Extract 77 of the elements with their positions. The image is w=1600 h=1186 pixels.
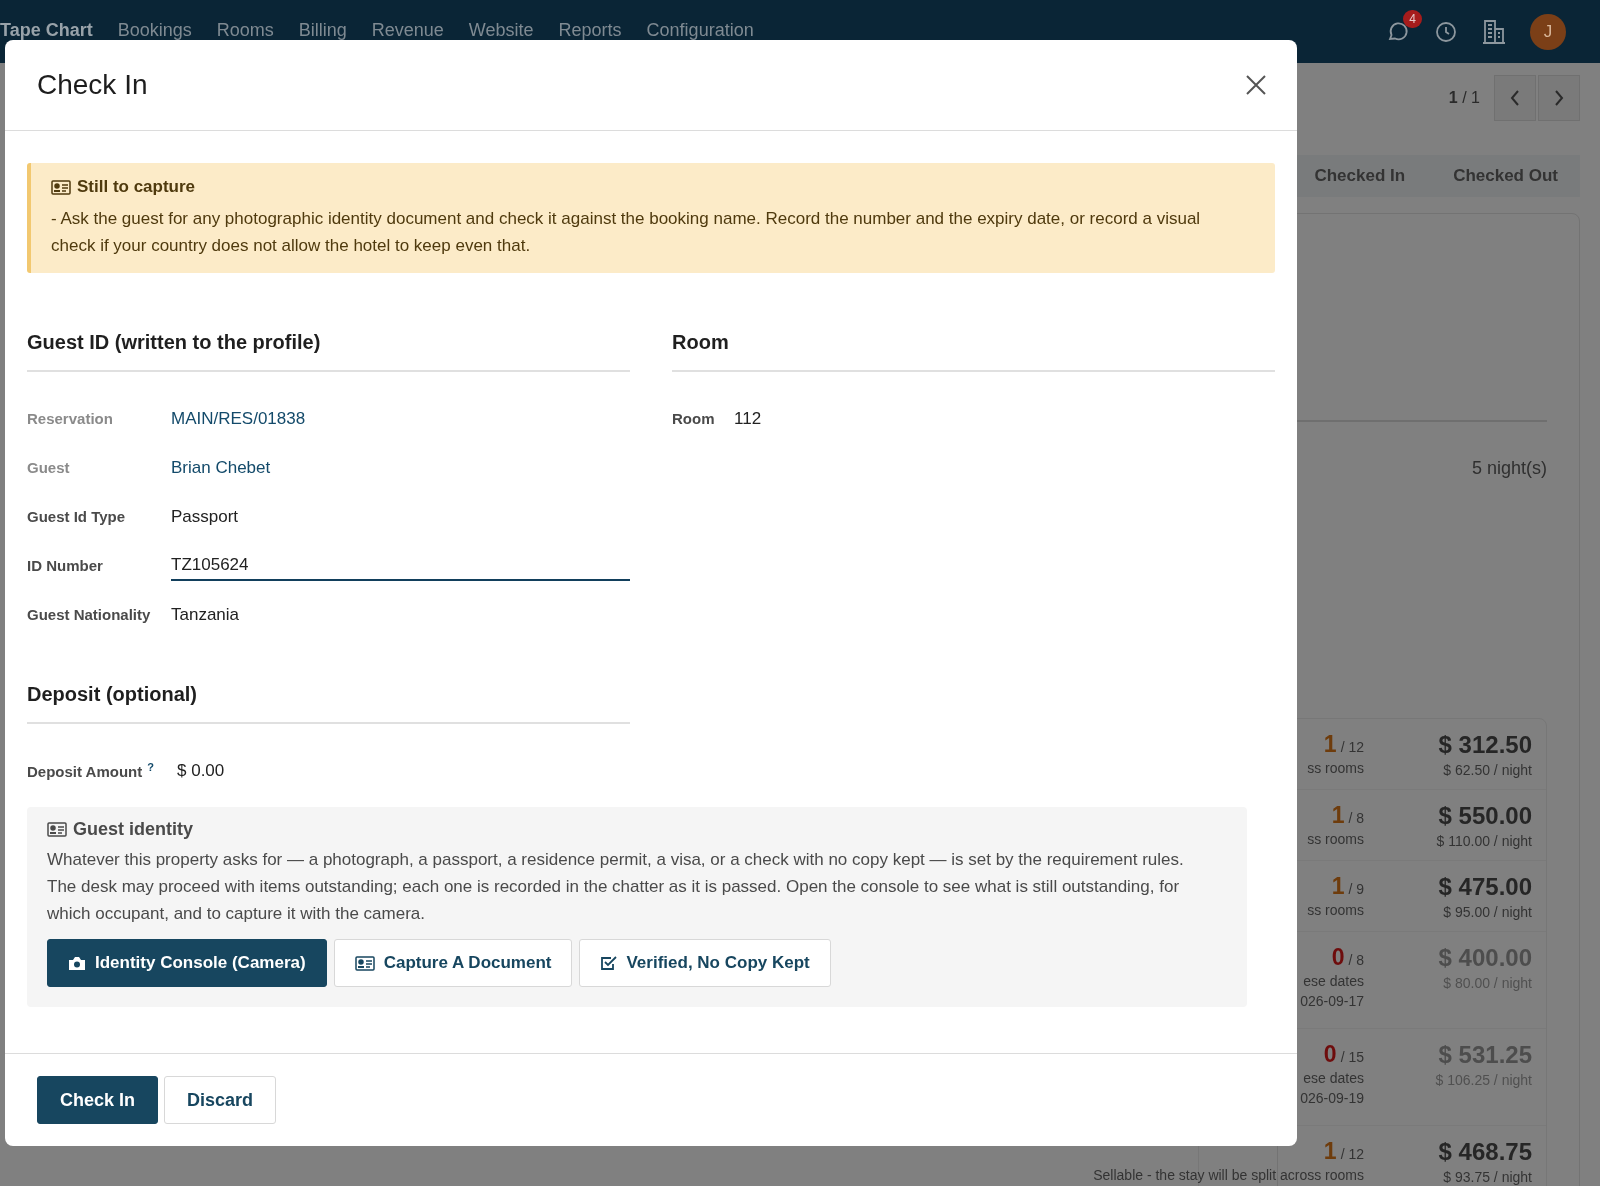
- chevron-left-icon: [1509, 89, 1521, 107]
- id-card-icon: [354, 955, 375, 971]
- total-count: / 8: [1348, 952, 1364, 968]
- total-count: / 8: [1348, 810, 1364, 826]
- id-card-icon: [51, 179, 71, 195]
- nightly-price: $ 110.00 / night: [1436, 833, 1532, 849]
- availability-date: 026-09-17: [1300, 992, 1364, 1011]
- nav-menu-item[interactable]: Rooms: [216, 20, 274, 41]
- alert-title: Still to capture: [77, 177, 196, 197]
- total-price: $ 312.50: [1438, 731, 1532, 759]
- identity-action-button[interactable]: Capture A Document: [333, 939, 573, 987]
- available-count: 1: [1323, 731, 1337, 758]
- section-title: Room: [672, 331, 1275, 372]
- checkbox-icon: [600, 955, 618, 971]
- total-count: / 9: [1348, 881, 1364, 897]
- identity-action-button[interactable]: Verified, No Copy Kept: [579, 939, 831, 987]
- discard-button[interactable]: Discard: [164, 1076, 277, 1124]
- dialog-title: Check In: [37, 69, 148, 101]
- available-count: 0: [1331, 944, 1345, 971]
- available-count: 1: [1323, 1138, 1337, 1165]
- identity-action-button[interactable]: Identity Console (Camera): [47, 939, 327, 987]
- nav-menu-item[interactable]: Reports: [558, 20, 622, 41]
- id-card-icon: [47, 822, 67, 837]
- field-link[interactable]: Brian Chebet: [171, 457, 271, 478]
- camera-icon: [68, 955, 86, 971]
- panel-title: Guest identity: [73, 819, 193, 840]
- field-label: Guest: [27, 459, 71, 476]
- help-mark[interactable]: ?: [147, 761, 154, 773]
- total-count: / 12: [1340, 1146, 1364, 1162]
- availability-note: ss rooms: [1307, 759, 1364, 778]
- field-link[interactable]: MAIN/RES/01838: [171, 408, 306, 429]
- available-count: 1: [1331, 802, 1345, 829]
- clock-icon[interactable]: [1434, 19, 1458, 44]
- availability-note: ss rooms: [1307, 830, 1364, 849]
- section-title: Guest ID (written to the profile): [27, 331, 630, 372]
- section-title: Deposit (optional): [27, 683, 630, 724]
- field-label: ID Number: [27, 557, 104, 574]
- availability-note: ese dates: [1303, 1069, 1364, 1088]
- chevron-right-icon: [1553, 89, 1565, 107]
- total-price: $ 475.00: [1438, 873, 1532, 901]
- nav-menu-item[interactable]: Tape Chart: [0, 20, 93, 41]
- field-label: Reservation: [27, 410, 114, 427]
- alert-message: - Ask the guest for any photographic identity document and check it against the booking name. Record the number and the expiry date, or record a visual check if your country does not allow the hotel to keep even that.: [51, 208, 1202, 257]
- nav-menu-item[interactable]: Bookings: [117, 20, 192, 41]
- available-count: 0: [1323, 1041, 1337, 1068]
- close-icon[interactable]: [1245, 74, 1267, 96]
- panel-description: Whatever this property asks for — a photograph, a passport, a residence permit, a visa, or a check with no copy kept — is set by the requirement rules. The desk may proceed with items outstanding; each one is recorded in the chatter as it is passed. Open the console to see what is still outstanding, for which occupant, and to capture it with the camera.: [47, 849, 1185, 925]
- nav-menu-item[interactable]: Website: [468, 20, 534, 41]
- confirm-button[interactable]: Check In: [37, 1076, 159, 1124]
- nav-menu-item[interactable]: Billing: [298, 20, 347, 41]
- available-count: 1: [1331, 873, 1345, 900]
- nightly-price: $ 95.00 / night: [1443, 904, 1532, 920]
- availability-note: ese dates: [1303, 972, 1364, 991]
- field-label: Guest Nationality: [27, 606, 152, 623]
- availability-note: ss rooms: [1307, 901, 1364, 920]
- building-icon[interactable]: [1482, 18, 1506, 45]
- notification-badge: 4: [1403, 9, 1422, 28]
- field-value: 112: [734, 408, 762, 429]
- user-avatar[interactable]: J: [1530, 13, 1566, 50]
- stay-nights: 5 night(s): [1470, 458, 1547, 479]
- availability-date: 026-09-19: [1300, 1089, 1364, 1108]
- field-label: Guest Id Type: [27, 508, 127, 525]
- pager-counter: 1 / 1: [1448, 89, 1480, 107]
- nav-menu-item[interactable]: Configuration: [646, 20, 754, 41]
- nightly-price: $ 62.50 / night: [1443, 762, 1532, 778]
- availability-note: Sellable - the stay will be split across rooms: [1093, 1166, 1364, 1185]
- field-label: Room: [672, 410, 716, 427]
- nightly-price: $ 93.75 / night: [1443, 1169, 1532, 1185]
- total-count: / 15: [1340, 1049, 1364, 1065]
- total-count: / 12: [1340, 739, 1364, 755]
- total-price: $ 550.00: [1438, 802, 1532, 830]
- field-label: Deposit Amount: [27, 763, 143, 780]
- field-value: Passport: [171, 506, 239, 527]
- nav-menu-item[interactable]: Revenue: [371, 20, 444, 41]
- total-price: $ 468.75: [1438, 1138, 1532, 1166]
- field-value: $ 0.00: [177, 760, 225, 781]
- field-value: Tanzania: [171, 604, 240, 625]
